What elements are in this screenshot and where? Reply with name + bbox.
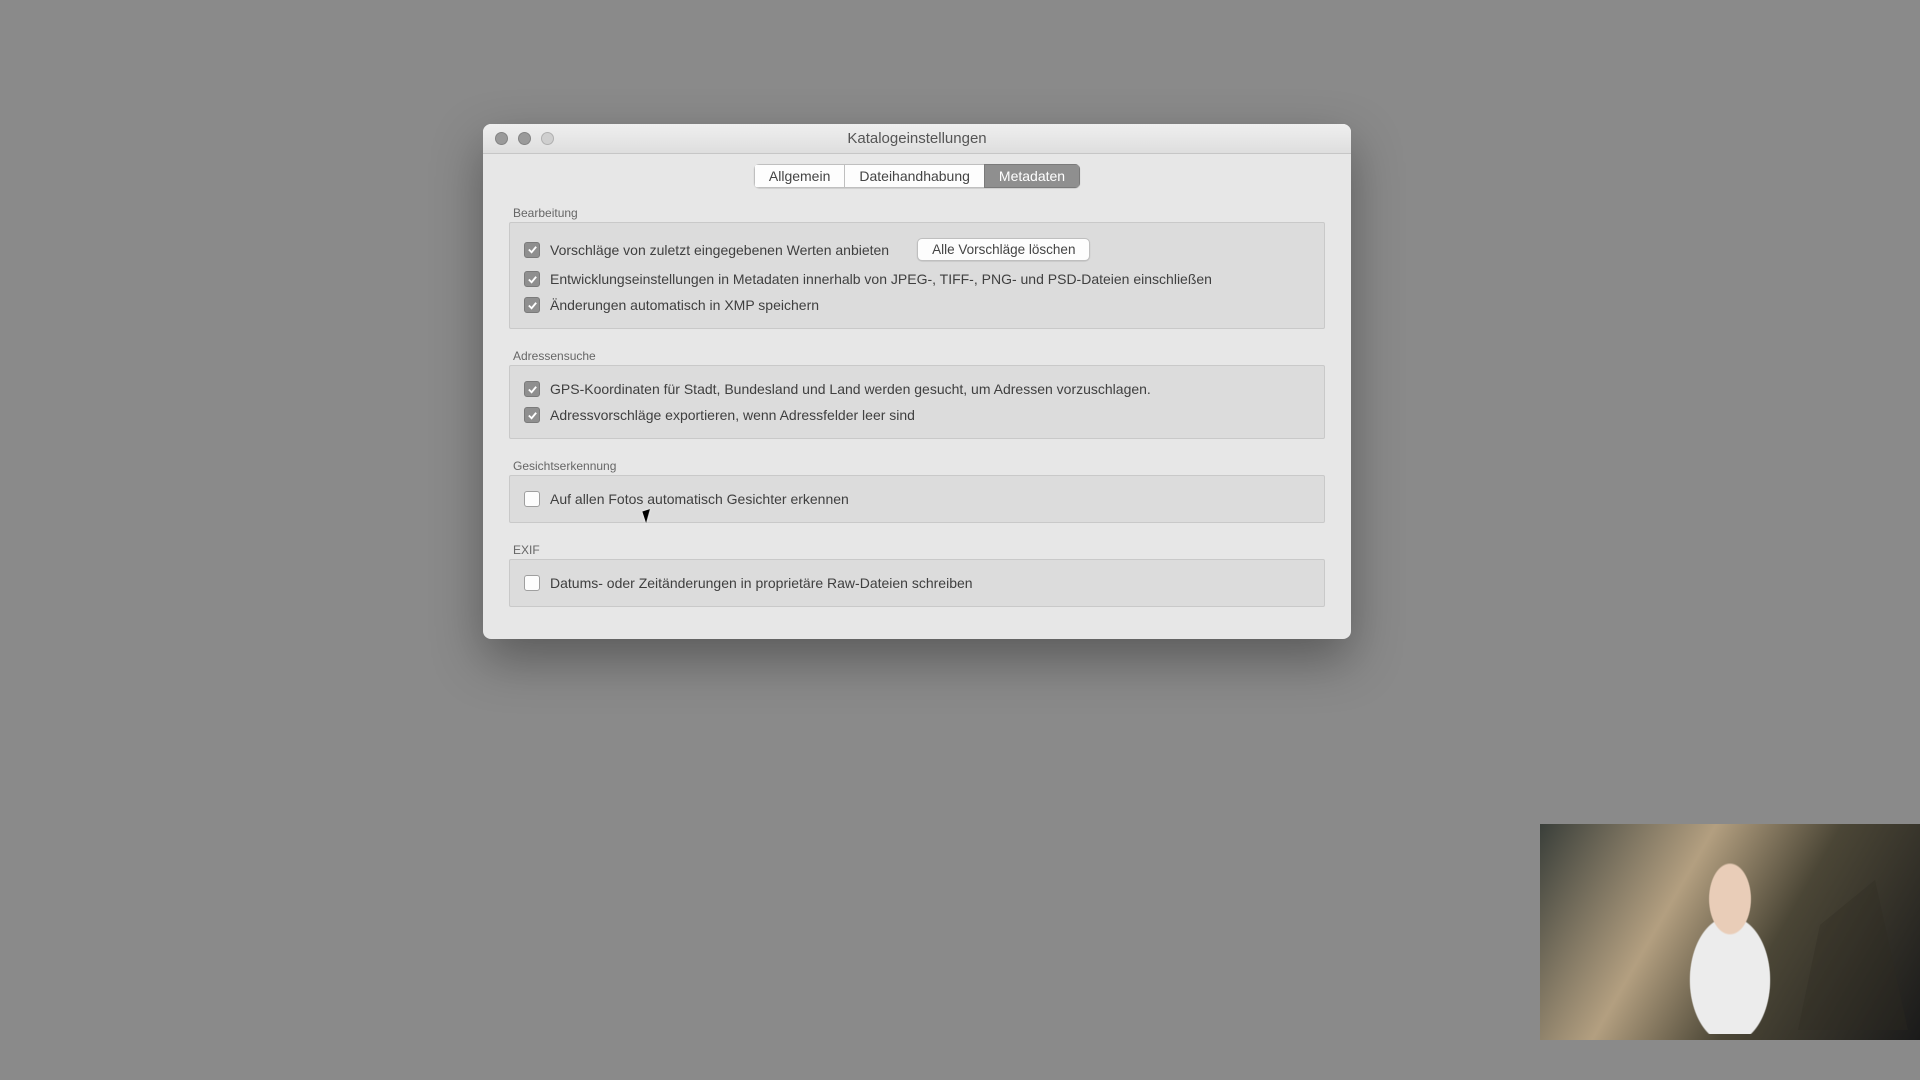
checkbox-save-xmp[interactable] bbox=[524, 297, 540, 313]
group-label-address: Adressensuche bbox=[509, 341, 1325, 365]
window-title: Katalogeinstellungen bbox=[483, 130, 1351, 147]
settings-window: Katalogeinstellungen Allgemein Dateihand… bbox=[483, 124, 1351, 639]
row-gps-lookup: GPS-Koordinaten für Stadt, Bundesland un… bbox=[524, 376, 1310, 402]
label-export-address: Adressvorschläge exportieren, wenn Adres… bbox=[550, 407, 915, 423]
label-save-xmp: Änderungen automatisch in XMP speichern bbox=[550, 297, 819, 313]
row-export-address: Adressvorschläge exportieren, wenn Adres… bbox=[524, 402, 1310, 428]
row-suggest-recent: Vorschläge von zuletzt eingegebenen Wert… bbox=[524, 233, 1310, 266]
group-label-face: Gesichtserkennung bbox=[509, 451, 1325, 475]
tab-metadata[interactable]: Metadaten bbox=[984, 164, 1080, 188]
label-suggest-recent: Vorschläge von zuletzt eingegebenen Wert… bbox=[550, 242, 889, 258]
clear-suggestions-button[interactable]: Alle Vorschläge löschen bbox=[917, 238, 1090, 261]
tabs-row: Allgemein Dateihandhabung Metadaten bbox=[483, 154, 1351, 198]
label-write-raw: Datums- oder Zeitänderungen in proprietä… bbox=[550, 575, 973, 591]
checkbox-export-address[interactable] bbox=[524, 407, 540, 423]
row-include-dev: Entwicklungseinstellungen in Metadaten i… bbox=[524, 266, 1310, 292]
group-editing: Vorschläge von zuletzt eingegebenen Wert… bbox=[509, 222, 1325, 329]
label-auto-face: Auf allen Fotos automatisch Gesichter er… bbox=[550, 491, 849, 507]
checkbox-suggest-recent[interactable] bbox=[524, 242, 540, 258]
group-address: GPS-Koordinaten für Stadt, Bundesland un… bbox=[509, 365, 1325, 439]
content-area: Bearbeitung Vorschläge von zuletzt einge… bbox=[483, 198, 1351, 639]
checkbox-gps-lookup[interactable] bbox=[524, 381, 540, 397]
picture-in-picture-overlay bbox=[1540, 824, 1920, 1040]
segmented-control: Allgemein Dateihandhabung Metadaten bbox=[754, 164, 1080, 188]
tab-general[interactable]: Allgemein bbox=[754, 164, 844, 188]
checkbox-auto-face[interactable] bbox=[524, 491, 540, 507]
checkbox-include-dev[interactable] bbox=[524, 271, 540, 287]
group-exif: Datums- oder Zeitänderungen in proprietä… bbox=[509, 559, 1325, 607]
titlebar: Katalogeinstellungen bbox=[483, 124, 1351, 154]
group-face: Auf allen Fotos automatisch Gesichter er… bbox=[509, 475, 1325, 523]
group-label-editing: Bearbeitung bbox=[509, 198, 1325, 222]
row-write-raw: Datums- oder Zeitänderungen in proprietä… bbox=[524, 570, 1310, 596]
checkbox-write-raw[interactable] bbox=[524, 575, 540, 591]
label-include-dev: Entwicklungseinstellungen in Metadaten i… bbox=[550, 271, 1212, 287]
tab-filehandling[interactable]: Dateihandhabung bbox=[844, 164, 984, 188]
group-label-exif: EXIF bbox=[509, 535, 1325, 559]
row-auto-face: Auf allen Fotos automatisch Gesichter er… bbox=[524, 486, 1310, 512]
row-save-xmp: Änderungen automatisch in XMP speichern bbox=[524, 292, 1310, 318]
label-gps-lookup: GPS-Koordinaten für Stadt, Bundesland un… bbox=[550, 381, 1151, 397]
